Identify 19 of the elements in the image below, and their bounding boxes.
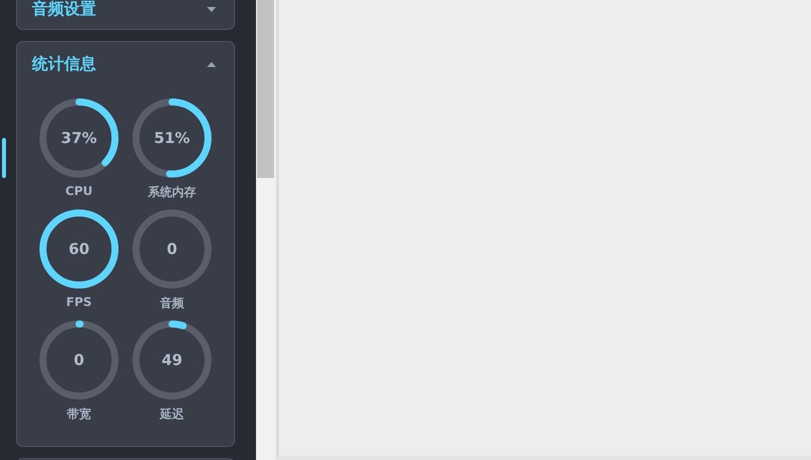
gauge-value: 51% [154, 129, 190, 147]
scrollbar[interactable] [256, 0, 276, 460]
caret-icon[interactable] [207, 62, 216, 66]
gauge-value: 60 [68, 240, 90, 258]
caret-icon[interactable] [207, 7, 216, 12]
gauge-value: 0 [74, 351, 84, 369]
gauge-value: 49 [162, 351, 182, 369]
gauge-label: 延迟 [160, 406, 184, 423]
gauge-label: CPU [65, 184, 93, 198]
gauge-value: 0 [166, 240, 178, 258]
scroll-indicator [2, 138, 6, 178]
gauge-label: 带宽 [67, 406, 91, 423]
gauge-label: 音频 [160, 295, 184, 312]
scrollbar-thumb[interactable] [257, 0, 274, 178]
gauge-label: FPS [66, 295, 92, 309]
gauge-value: 37% [61, 129, 97, 147]
panel-title[interactable]: 音频设置 [32, 0, 96, 20]
gauge-label: 系统内存 [148, 184, 196, 201]
panel-title[interactable]: 统计信息 [32, 54, 96, 74]
